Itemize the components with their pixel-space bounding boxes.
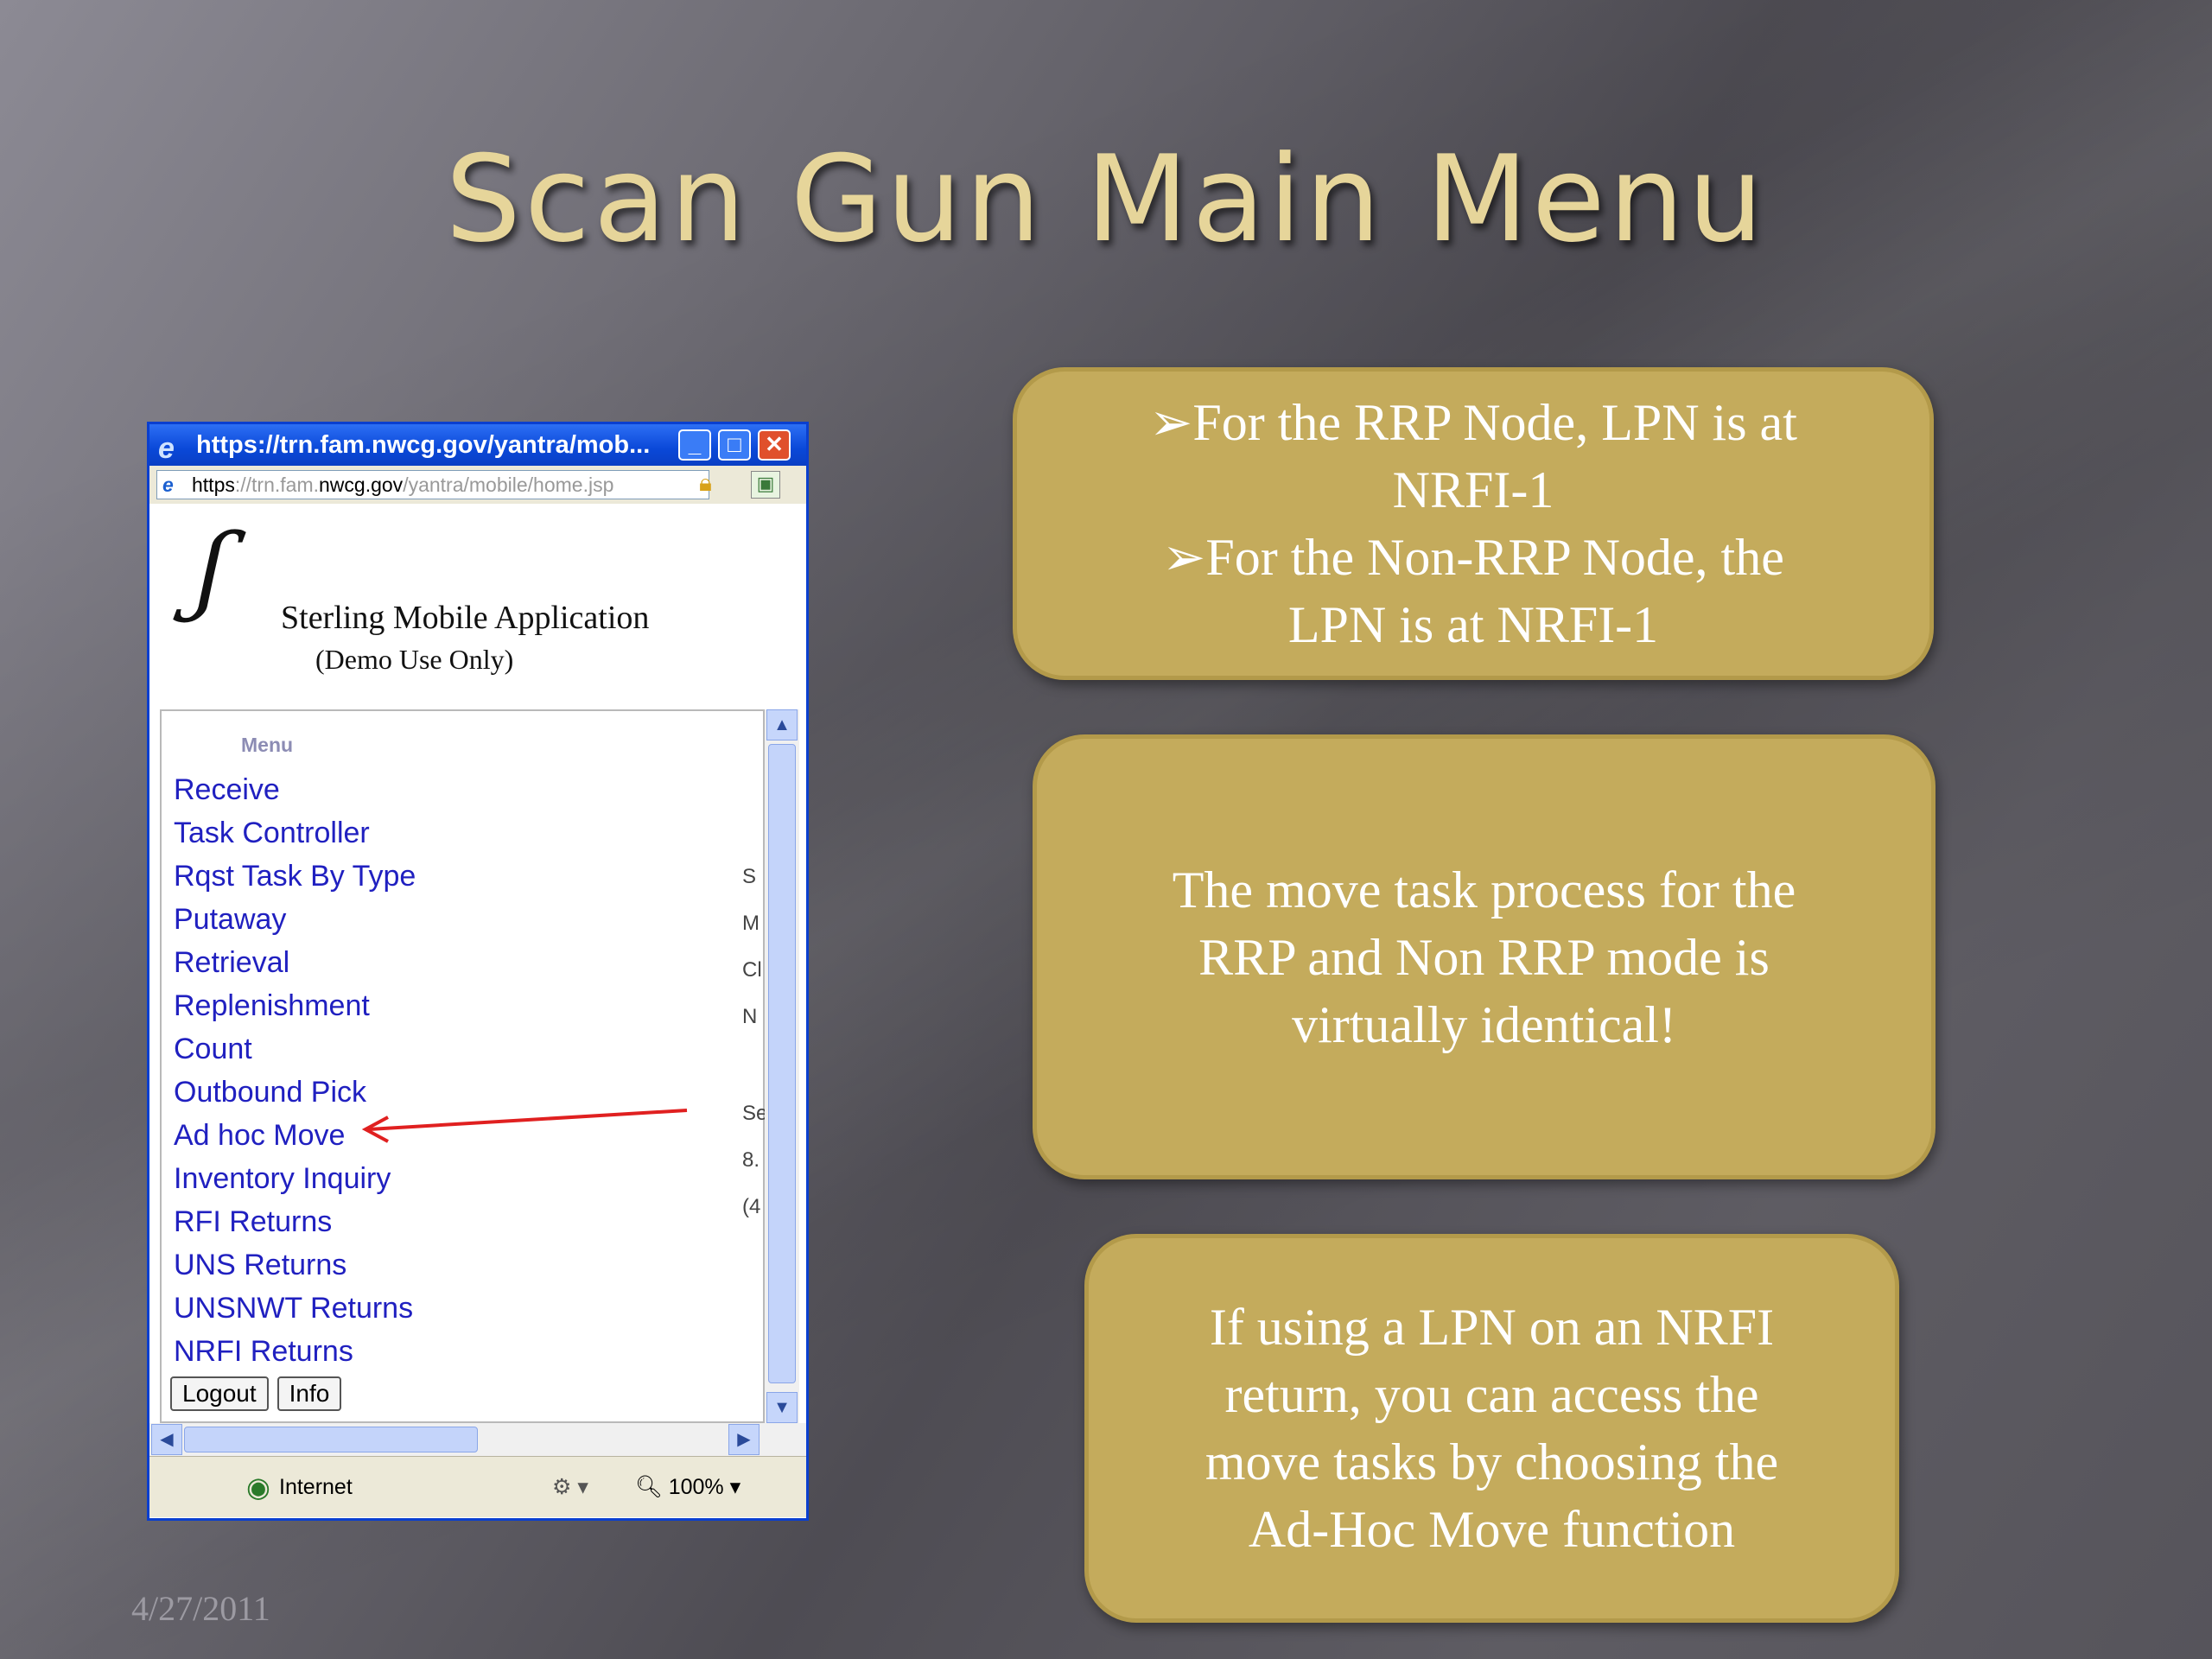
status-bar: ◉ Internet ⚙ ▾ 🔍︎ 100% ▾ xyxy=(149,1456,806,1517)
callout-line: RRP and Non RRP mode is xyxy=(1198,928,1770,986)
callout-line: Ad-Hoc Move function xyxy=(1248,1501,1736,1558)
callout-nrfi-return: If using a LPN on an NRFI return, you ca… xyxy=(1084,1234,1899,1623)
url-scheme: https xyxy=(192,474,235,496)
zoom-value: 100% xyxy=(668,1475,724,1499)
internet-explorer-icon: e xyxy=(158,432,175,465)
sterling-logo: ʃ xyxy=(189,513,236,624)
annotation-arrow xyxy=(361,1109,688,1143)
callout-line: ➢For the Non-RRP Node, the xyxy=(1162,529,1784,586)
maximize-button[interactable]: □ xyxy=(718,429,751,461)
minimize-button[interactable]: _ xyxy=(678,429,711,461)
callout-line: ➢For the RRP Node, LPN is at xyxy=(1149,394,1797,451)
clipped-text: Cl xyxy=(742,958,762,982)
page-content: ʃ Sterling Mobile Application (Demo Use … xyxy=(149,504,806,1423)
callout-move-process: The move task process for the RRP and No… xyxy=(1033,734,1936,1179)
horizontal-scroll-thumb[interactable] xyxy=(184,1427,478,1452)
clipped-text: 8. xyxy=(742,1148,760,1172)
menu-frame: Menu Receive Task Controller Rqst Task B… xyxy=(160,709,765,1423)
scroll-left-icon[interactable]: ◀ xyxy=(151,1424,182,1455)
picture-icon[interactable]: ▣ xyxy=(751,471,780,499)
scroll-up-icon[interactable]: ▲ xyxy=(766,709,798,741)
callout-line: The move task process for the xyxy=(1172,861,1796,918)
window-titlebar[interactable]: e https://trn.fam.nwcg.gov/yantra/mob...… xyxy=(149,424,806,466)
browser-window: e https://trn.fam.nwcg.gov/yantra/mob...… xyxy=(147,422,809,1521)
slide-date: 4/27/2011 xyxy=(131,1589,270,1628)
lock-icon[interactable]: 🔒︎ xyxy=(699,469,712,498)
zoom-level[interactable]: 🔍︎ 100% ▾ xyxy=(635,1457,741,1517)
protected-mode-icon[interactable]: ⚙ ▾ xyxy=(552,1457,588,1517)
clipped-text: (4 xyxy=(742,1195,761,1218)
url-host-prefix: trn.fam. xyxy=(251,474,320,496)
close-button[interactable]: ✕ xyxy=(758,429,791,461)
clipped-text: M xyxy=(742,912,760,935)
vertical-scrollbar[interactable]: ▲ ▼ xyxy=(765,709,799,1423)
url-path: /yantra/mobile/home.jsp xyxy=(403,474,614,496)
globe-icon: ◉ xyxy=(246,1471,270,1503)
clipped-text: N xyxy=(742,1005,758,1028)
callout-line: move tasks by choosing the xyxy=(1205,1433,1779,1491)
app-name: Sterling Mobile Application xyxy=(281,600,650,636)
callout-line: return, you can access the xyxy=(1224,1366,1759,1423)
app-note: (Demo Use Only) xyxy=(315,644,514,675)
callout-line: NRFI-1 xyxy=(1392,461,1554,518)
vertical-scroll-thumb[interactable] xyxy=(768,744,796,1383)
window-title: https://trn.fam.nwcg.gov/yantra/mob... xyxy=(196,431,651,459)
url-separator: :// xyxy=(234,474,252,496)
address-bar: e https://trn.fam.nwcg.gov/yantra/mobile/… xyxy=(149,466,806,505)
page-icon: e xyxy=(162,474,174,496)
slide-title: Scan Gun Main Menu xyxy=(445,130,1767,269)
scroll-right-icon[interactable]: ▶ xyxy=(728,1424,760,1455)
callout-line: LPN is at NRFI-1 xyxy=(1287,596,1659,653)
clipped-text: Se xyxy=(742,1102,768,1125)
callout-rrp-node: ➢For the RRP Node, LPN is at NRFI-1 ➢For… xyxy=(1013,367,1934,680)
security-zone: Internet xyxy=(279,1475,353,1499)
clipped-text: S xyxy=(742,865,757,888)
callout-line: If using a LPN on an NRFI xyxy=(1209,1299,1775,1356)
scroll-down-icon[interactable]: ▼ xyxy=(766,1392,798,1423)
horizontal-scrollbar[interactable]: ◀ ▶ xyxy=(149,1423,806,1456)
url-host: nwcg.gov xyxy=(319,474,404,496)
callout-line: virtually identical! xyxy=(1292,995,1676,1053)
url-field[interactable]: e https://trn.fam.nwcg.gov/yantra/mobile/… xyxy=(156,470,709,499)
